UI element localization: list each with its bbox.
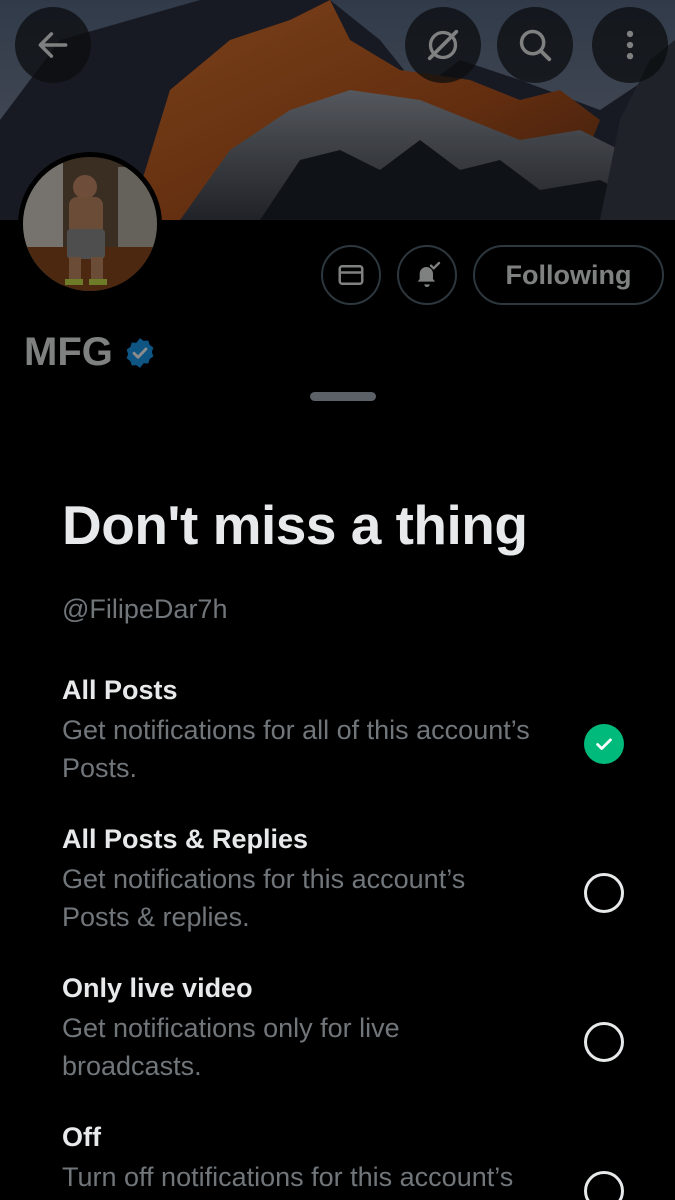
- notifications-button[interactable]: [397, 245, 457, 305]
- option-all-posts-replies[interactable]: All Posts & Replies Get notifications fo…: [62, 822, 637, 936]
- bell-check-icon: [417, 261, 441, 287]
- option-label: All Posts & Replies: [62, 824, 309, 854]
- radio-selected[interactable]: [584, 724, 624, 764]
- more-button[interactable]: [592, 7, 668, 83]
- message-button[interactable]: [321, 245, 381, 305]
- option-off[interactable]: Off Turn off notifications for this acco…: [62, 1120, 637, 1200]
- search-button[interactable]: [497, 7, 573, 83]
- verified-badge-icon: [126, 337, 154, 368]
- sheet-title: Don't miss a thing: [62, 494, 528, 556]
- option-description: Get notifications for all of this accoun…: [62, 715, 530, 783]
- search-icon: [519, 29, 552, 62]
- grok-icon: [427, 29, 459, 61]
- more-vertical-icon: [626, 30, 634, 60]
- profile-actions: Following: [0, 245, 675, 305]
- option-all-posts[interactable]: All Posts Get notifications for all of t…: [62, 673, 637, 787]
- radio-unselected[interactable]: [584, 873, 624, 913]
- profile-display-name: MFG: [24, 330, 113, 374]
- grok-button[interactable]: [405, 7, 481, 83]
- option-label: Off: [62, 1122, 101, 1152]
- option-label: All Posts: [62, 675, 178, 705]
- radio-unselected[interactable]: [584, 1171, 624, 1200]
- option-only-live-video[interactable]: Only live video Get notifications only f…: [62, 971, 637, 1085]
- radio-unselected[interactable]: [584, 1022, 624, 1062]
- option-description: Get notifications only for live broadcas…: [62, 1013, 400, 1081]
- option-description: Get notifications for this account’s Pos…: [62, 864, 466, 932]
- option-description: Turn off notifications for this account’…: [62, 1162, 514, 1192]
- sheet-drag-handle[interactable]: [310, 392, 376, 401]
- following-button[interactable]: Following: [473, 245, 664, 305]
- account-handle: @FilipeDar7h: [62, 594, 228, 624]
- option-label: Only live video: [62, 973, 253, 1003]
- envelope-icon: [338, 265, 364, 285]
- profile-name-row: MFG: [24, 330, 157, 375]
- back-button[interactable]: [15, 7, 91, 83]
- arrow-left-icon: [38, 32, 68, 58]
- notification-settings-sheet: Don't miss a thing @FilipeDar7h All Post…: [0, 375, 675, 1200]
- check-icon: [596, 738, 612, 750]
